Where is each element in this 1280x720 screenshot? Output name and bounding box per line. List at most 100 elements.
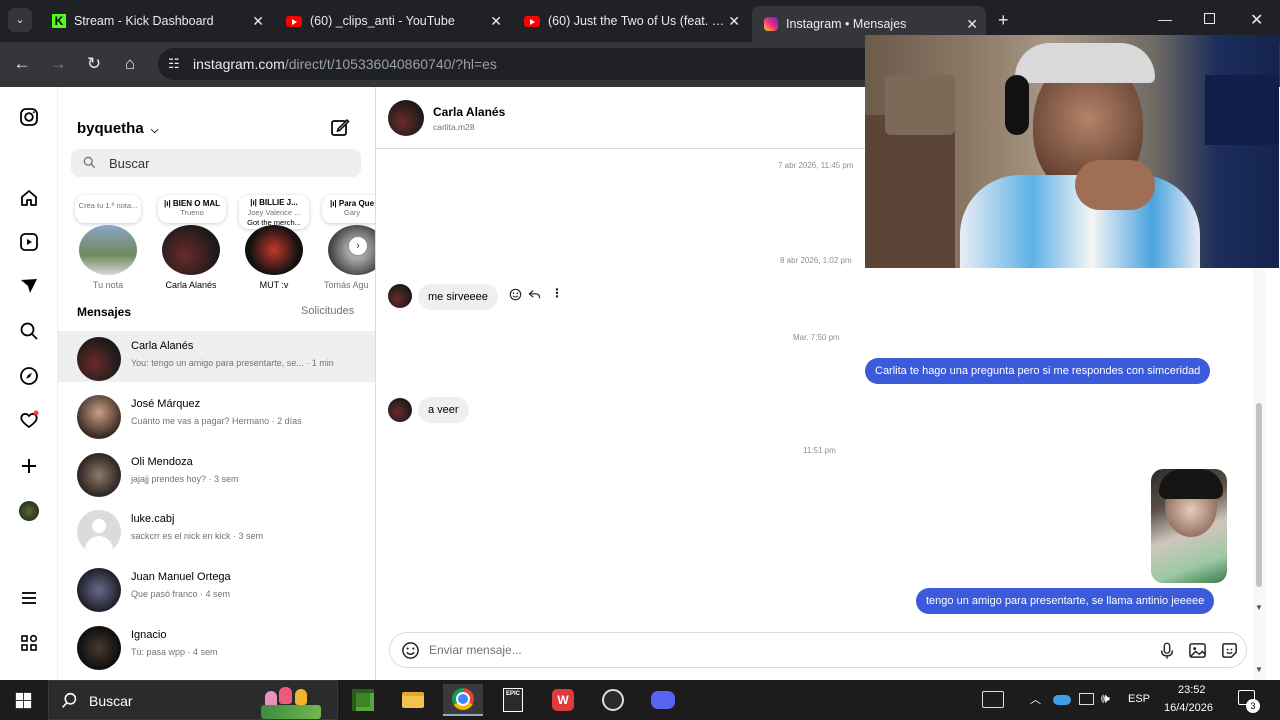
minecraft-app-icon[interactable] (343, 684, 383, 716)
scrollbar-thumb[interactable] (1256, 403, 1262, 587)
message-input-placeholder[interactable]: Enviar mensaje... (429, 643, 522, 657)
conversation-item[interactable]: Ignacio Tú: pasa wpp · 4 sem (58, 620, 375, 672)
wps-office-icon[interactable]: W (543, 684, 583, 716)
desktop-widget-icon[interactable] (982, 691, 1004, 708)
note-avatar (162, 225, 220, 275)
account-switcher[interactable]: byquetha ⌵ (77, 120, 158, 137)
reply-icon[interactable] (528, 288, 541, 301)
contact-avatar[interactable] (388, 100, 424, 136)
search-icon (83, 156, 96, 169)
minimize-button[interactable]: — (1158, 11, 1172, 27)
sender-avatar (388, 398, 412, 422)
epic-games-icon[interactable]: EPIC (493, 684, 533, 716)
tab-title: Instagram • Mensajes (786, 17, 907, 31)
note-bubble: Crea tu 1.ª nota... (75, 195, 141, 223)
tab-kick[interactable]: K Stream - Kick Dashboard ✕ (40, 6, 272, 36)
tab-title: (60) _clips_anti - YouTube (310, 14, 455, 28)
search-field[interactable]: Buscar (71, 149, 361, 177)
clock-date[interactable]: 16/4/2026 (1164, 702, 1213, 714)
outgoing-message[interactable]: tengo un amigo para presentarte, se llam… (916, 588, 1215, 614)
youtube-icon (286, 15, 302, 27)
conversation-item[interactable]: Oli Mendoza jajajj prendes hoy? · 3 sem (58, 447, 375, 499)
forward-button[interactable]: → (46, 54, 70, 74)
search-placeholder: Buscar (109, 156, 150, 171)
close-tab-icon[interactable]: ✕ (966, 16, 978, 33)
conversation-name: Carla Alanés (131, 340, 194, 352)
close-tab-icon[interactable]: ✕ (252, 13, 264, 30)
onedrive-icon[interactable] (1053, 695, 1071, 705)
sticker-icon[interactable] (1220, 641, 1239, 660)
note-song: |ı| BILLIE J... (250, 198, 298, 207)
messages-icon[interactable] (19, 276, 39, 296)
site-info-icon[interactable]: ☷ (168, 56, 180, 72)
tab-youtube-song[interactable]: (60) Just the Two of Us (feat. Bill ✕ (512, 6, 748, 36)
explore-icon[interactable] (19, 366, 39, 386)
reels-icon[interactable] (19, 232, 39, 252)
note-bubble: |ı| Para Que Gary (322, 195, 375, 223)
close-tab-icon[interactable]: ✕ (490, 13, 502, 30)
windows-start-icon[interactable] (15, 692, 32, 709)
restore-button[interactable] (1204, 13, 1215, 24)
discord-app-icon[interactable] (643, 684, 683, 716)
obs-app-icon[interactable] (593, 684, 633, 716)
conversation-name: Juan Manuel Ortega (131, 571, 231, 583)
note-avatar (79, 225, 137, 275)
conversation-preview: jajajj prendes hoy? · 3 sem (131, 474, 239, 484)
microphone-icon[interactable] (1158, 641, 1176, 660)
close-tab-icon[interactable]: ✕ (728, 13, 740, 30)
url-host: instagram.com (193, 56, 285, 72)
avatar (77, 626, 121, 670)
new-tab-button[interactable]: + (998, 10, 1009, 31)
requests-link[interactable]: Solicitudes (301, 305, 354, 317)
react-emoji-icon[interactable] (509, 288, 522, 301)
instagram-logo-icon[interactable] (19, 107, 39, 127)
username: byquetha (77, 120, 144, 137)
incoming-message[interactable]: me sirveeee (418, 284, 498, 310)
tab-search-button[interactable]: ⌄ (8, 8, 32, 32)
show-hidden-icons-chevron[interactable]: ︿ (1030, 691, 1041, 707)
taskbar-search-label: Buscar (89, 693, 133, 709)
chevron-down-icon: ⌵ (150, 125, 159, 136)
webcam-overlay (865, 35, 1279, 268)
chrome-app-icon[interactable] (443, 684, 483, 716)
reload-button[interactable]: ↻ (82, 54, 106, 74)
clock-time[interactable]: 23:52 (1178, 684, 1206, 696)
tab-youtube-clips[interactable]: (60) _clips_anti - YouTube ✕ (274, 6, 510, 36)
apps-grid-icon[interactable] (19, 633, 39, 653)
conversation-item[interactable]: luke.cabj sackcrr es el nick en kick · 3… (58, 504, 375, 556)
create-plus-icon[interactable] (19, 456, 39, 476)
notes-next-button[interactable]: › (349, 237, 367, 255)
outgoing-message[interactable]: Carlita te hago una pregunta pero si me … (865, 358, 1211, 384)
address-bar[interactable]: ☷ instagram.com/direct/t/105336040860740… (158, 48, 878, 80)
shared-image-message[interactable] (1151, 469, 1227, 583)
note-song: |ı| Para Que (329, 199, 375, 208)
close-window-button[interactable]: ✕ (1250, 10, 1263, 30)
default-avatar-icon (77, 510, 121, 554)
home-icon[interactable] (19, 188, 39, 208)
taskbar-search-box[interactable]: Buscar (48, 680, 338, 720)
language-indicator[interactable]: ESP (1128, 693, 1150, 705)
scroll-down-arrow[interactable]: ▼ (1255, 603, 1263, 612)
image-upload-icon[interactable] (1188, 641, 1207, 660)
conversation-item[interactable]: Carla Alanés You: tengo un amigo para pr… (58, 331, 375, 382)
conversation-name: Oli Mendoza (131, 456, 193, 468)
back-button[interactable]: ← (10, 54, 34, 74)
menu-icon[interactable] (19, 588, 39, 608)
notifications-heart-icon[interactable] (19, 410, 39, 430)
more-options-icon[interactable]: ⋮ (551, 286, 563, 300)
incoming-message[interactable]: a veer (418, 397, 469, 423)
conversation-item[interactable]: Juan Manuel Ortega Que pasó franco · 4 s… (58, 562, 375, 614)
conversation-item[interactable]: José Márquez Cuánto me vas a pagar? Herm… (58, 389, 375, 441)
new-message-icon[interactable] (330, 117, 350, 137)
search-icon[interactable] (19, 321, 39, 341)
volume-icon[interactable]: 🕪 (1101, 690, 1110, 707)
home-button[interactable]: ⌂ (118, 54, 142, 74)
network-icon[interactable] (1079, 693, 1094, 705)
emoji-icon[interactable] (401, 641, 420, 660)
profile-avatar[interactable] (19, 501, 39, 521)
tulips-decoration (261, 685, 331, 719)
file-explorer-icon[interactable] (393, 684, 433, 716)
message-composer[interactable]: Enviar mensaje... (389, 632, 1247, 668)
scroll-down-arrow[interactable]: ▼ (1255, 665, 1263, 674)
contact-name[interactable]: Carla Alanés (433, 105, 505, 119)
